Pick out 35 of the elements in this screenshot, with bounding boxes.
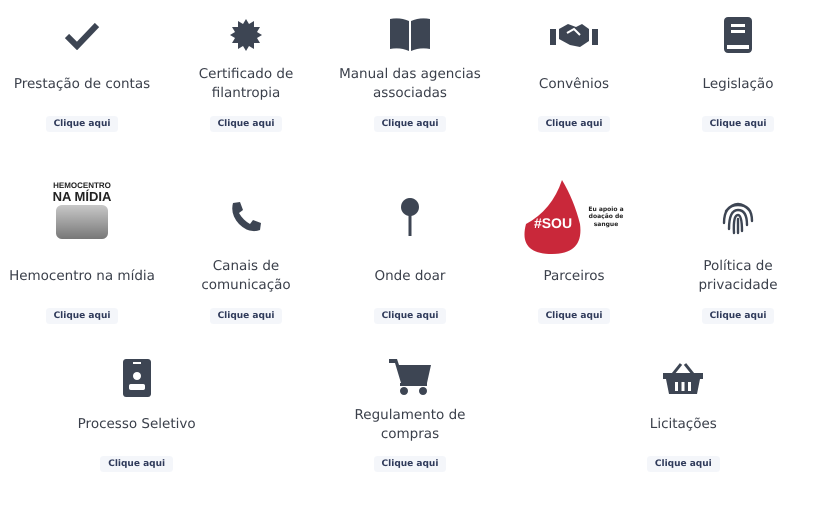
item-title: Manual das agencias associadas [338, 65, 482, 103]
click-here-link[interactable]: Clique aqui [374, 116, 446, 132]
id-badge-icon [122, 358, 151, 397]
click-here-link[interactable]: Clique aqui [210, 308, 282, 324]
click-here-link[interactable]: Clique aqui [46, 116, 118, 132]
badge-icon [230, 19, 262, 51]
item-title: Certificado de filantropia [198, 65, 294, 103]
item-title: Hemocentro na mídia [9, 266, 155, 286]
click-here-link[interactable]: Clique aqui [374, 308, 446, 324]
click-here-link[interactable]: Clique aqui [46, 308, 118, 324]
item-title: Licitações [650, 415, 717, 434]
click-here-link[interactable]: Clique aqui [702, 116, 774, 132]
item-title: Prestação de contas [14, 74, 150, 94]
click-here-link[interactable]: Clique aqui [374, 456, 446, 472]
cart-icon [388, 358, 431, 397]
handshake-icon [550, 21, 598, 49]
book-icon [724, 17, 752, 53]
click-here-link[interactable]: Clique aqui [538, 308, 610, 324]
item-title: Onde doar [374, 266, 446, 286]
item-title: Política de privacidade [697, 257, 779, 295]
click-here-link[interactable]: Clique aqui [538, 116, 610, 132]
click-here-link[interactable]: Clique aqui [702, 308, 774, 324]
click-here-link[interactable]: Clique aqui [646, 456, 720, 472]
click-here-link[interactable]: Clique aqui [100, 456, 174, 472]
item-title: Legislação [702, 74, 774, 94]
checkmark-icon [64, 20, 100, 50]
open-book-icon [388, 17, 432, 53]
item-title: Parceiros [543, 266, 605, 286]
click-here-link[interactable]: Clique aqui [210, 116, 282, 132]
item-title: Processo Seletivo [78, 415, 196, 434]
item-title: Convênios [538, 74, 610, 94]
item-title: Canais de comunicação [200, 257, 292, 295]
pin-icon [401, 198, 419, 236]
item-title: Regulamento de compras [354, 406, 466, 444]
basket-icon [663, 362, 704, 394]
